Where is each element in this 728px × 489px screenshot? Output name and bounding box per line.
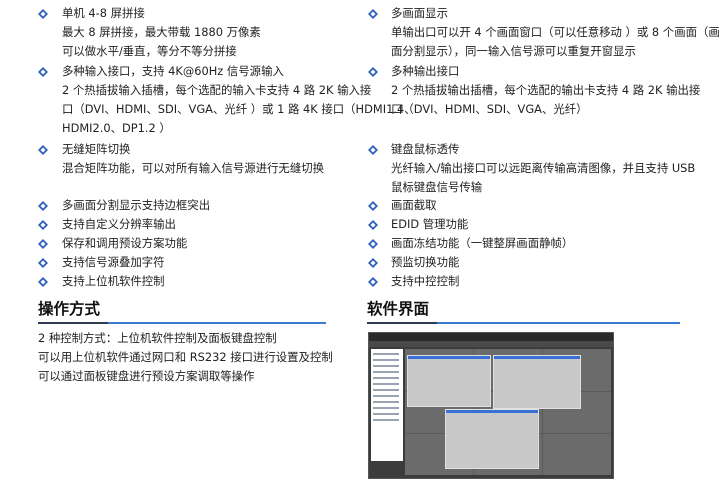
diamond-bullet-icon	[38, 67, 48, 77]
feature-title: 单机 4-8 屏拼接	[62, 6, 145, 20]
feature-desc: 口（DVI、HDMI、SDI、VGA、光纤 ）或 1 路 4K 接口（HDMI1…	[62, 102, 416, 116]
screenshot-window	[407, 355, 491, 407]
operation-line: 2 种控制方式：上位机软件控制及面板键盘控制	[38, 331, 277, 345]
diamond-bullet-icon	[368, 67, 378, 77]
diamond-bullet-icon	[38, 258, 48, 268]
feature-title: 预监切换功能	[391, 255, 460, 269]
diamond-bullet-icon	[368, 145, 378, 155]
screenshot-window	[445, 409, 539, 469]
heading-underline	[367, 322, 437, 324]
operation-line: 可以用上位机软件通过网口和 RS232 接口进行设置及控制	[38, 350, 333, 364]
software-ui-screenshot	[368, 332, 614, 479]
section-title-software: 软件界面	[367, 300, 430, 318]
feature-desc: 2 个热插拔输出插槽，每个选配的输出卡支持 4 路 2K 输出接	[391, 83, 701, 97]
feature-desc: HDMI2.0、DP1.2 ）	[62, 121, 171, 135]
feature-desc: 面分割显示），同一输入信号源可以重复开窗显示	[391, 44, 636, 58]
heading-underline-accent	[108, 322, 326, 324]
screenshot-window	[493, 355, 581, 409]
feature-desc: 鼠标键盘信号传输	[391, 180, 483, 194]
diamond-bullet-icon	[38, 9, 48, 19]
diamond-bullet-icon	[38, 201, 48, 211]
diamond-bullet-icon	[368, 277, 378, 287]
feature-title: 支持中控控制	[391, 274, 460, 288]
heading-underline-accent	[437, 322, 680, 324]
feature-title: 支持信号源叠加字符	[62, 255, 165, 269]
feature-desc: 光纤输入/输出接口可以远距离传输高清图像，并且支持 USB	[391, 161, 696, 175]
heading-underline	[38, 322, 108, 324]
feature-title: 键盘鼠标透传	[391, 142, 460, 156]
diamond-bullet-icon	[38, 277, 48, 287]
feature-desc: 单输出口可以开 4 个画面窗口（可以任意移动 ）或 8 个画面（画	[391, 25, 720, 39]
diamond-bullet-icon	[368, 9, 378, 19]
screenshot-canvas	[405, 349, 611, 475]
feature-desc: 2 个热插拔输入插槽，每个选配的输入卡支持 4 路 2K 输入接	[62, 83, 372, 97]
diamond-bullet-icon	[38, 220, 48, 230]
feature-desc: 混合矩阵功能，可以对所有输入信号源进行无缝切换	[62, 161, 324, 175]
feature-title: 多种输入接口，支持 4K@60Hz 信号源输入	[62, 64, 284, 78]
feature-title: 支持上位机软件控制	[62, 274, 165, 288]
diamond-bullet-icon	[38, 145, 48, 155]
diamond-bullet-icon	[38, 239, 48, 249]
feature-desc: 最大 8 屏拼接，最大带载 1880 万像素	[62, 25, 261, 39]
feature-title: 多画面显示	[391, 6, 448, 20]
section-title-operation: 操作方式	[38, 300, 101, 318]
screenshot-titlebar	[369, 333, 613, 341]
feature-title: 无缝矩阵切换	[62, 142, 131, 156]
diamond-bullet-icon	[368, 239, 378, 249]
screenshot-sidebar	[371, 349, 403, 461]
feature-title: 多画面分割显示支持边框突出	[62, 198, 211, 212]
diamond-bullet-icon	[368, 258, 378, 268]
diamond-bullet-icon	[368, 220, 378, 230]
feature-title: 保存和调用预设方案功能	[62, 236, 188, 250]
operation-line: 可以通过面板键盘进行预设方案调取等操作	[38, 369, 255, 383]
feature-title: 画面冻结功能（一键整屏画面静帧）	[391, 236, 574, 250]
screenshot-toolbar	[369, 341, 613, 347]
feature-title: 画面截取	[391, 198, 437, 212]
diamond-bullet-icon	[368, 201, 378, 211]
feature-desc: 口（DVI、HDMI、SDI、VGA、光纤）	[391, 102, 588, 116]
feature-title: EDID 管理功能	[391, 217, 469, 231]
feature-title: 支持自定义分辨率输出	[62, 217, 176, 231]
feature-title: 多种输出接口	[391, 64, 460, 78]
feature-desc: 可以做水平/垂直，等分不等分拼接	[62, 44, 237, 58]
